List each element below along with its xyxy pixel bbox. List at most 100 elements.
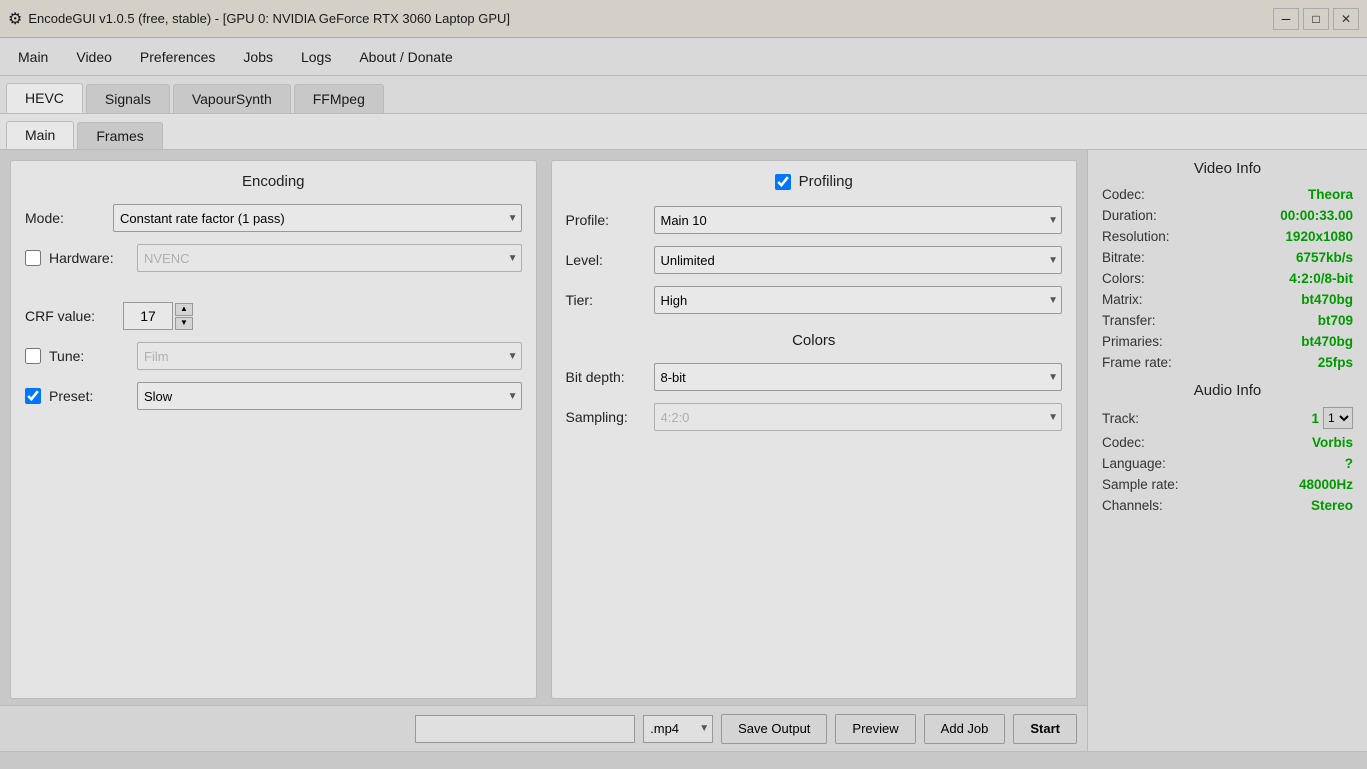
- mode-row: Mode: Constant rate factor (1 pass) 2 pa…: [25, 204, 522, 232]
- level-label: Level:: [566, 252, 646, 268]
- audio-track-select[interactable]: 1 2: [1323, 407, 1353, 429]
- crf-input-wrap: ▲ ▼: [123, 302, 193, 330]
- tab-vapoursynth[interactable]: VapourSynth: [173, 84, 291, 113]
- tier-select-wrapper: High Main ▼: [654, 286, 1063, 314]
- profile-select-wrapper: Main 10 Main High ▼: [654, 206, 1063, 234]
- preset-checkbox[interactable]: [25, 388, 41, 404]
- left-body: Encoding Mode: Constant rate factor (1 p…: [0, 150, 1087, 751]
- colors-title: Colors: [566, 332, 1063, 349]
- sampling-row: Sampling: 4:2:0 4:2:2 4:4:4 ▼: [566, 403, 1063, 431]
- window-title: EncodeGUI v1.0.5 (free, stable) - [GPU 0…: [28, 11, 510, 26]
- profile-label: Profile:: [566, 212, 646, 228]
- info-resolution-value: 1920x1080: [1285, 229, 1353, 244]
- profiling-title: Profiling: [799, 173, 853, 190]
- start-button[interactable]: Start: [1013, 714, 1077, 744]
- info-resolution-label: Resolution:: [1102, 229, 1170, 244]
- profiling-checkbox[interactable]: [775, 174, 791, 190]
- audio-channels-label: Channels:: [1102, 498, 1163, 513]
- info-row-colors: Colors: 4:2:0/8-bit: [1102, 271, 1353, 286]
- menu-item-preferences[interactable]: Preferences: [126, 43, 229, 71]
- menu-item-main[interactable]: Main: [4, 43, 62, 71]
- bit-depth-select[interactable]: 8-bit 10-bit: [654, 363, 1063, 391]
- tab-signals[interactable]: Signals: [86, 84, 170, 113]
- tab-frames[interactable]: Frames: [77, 122, 162, 149]
- menu-item-about-donate[interactable]: About / Donate: [345, 43, 466, 71]
- crf-label: CRF value:: [25, 308, 115, 324]
- preset-select-wrapper: Ultrafast Superfast Veryfast Faster Fast…: [137, 382, 522, 410]
- profile-select[interactable]: Main 10 Main High: [654, 206, 1063, 234]
- crf-up-button[interactable]: ▲: [175, 303, 193, 316]
- title-controls: ─ □ ✕: [1273, 8, 1359, 30]
- mode-select-wrapper: Constant rate factor (1 pass) 2 pass Bit…: [113, 204, 522, 232]
- tier-row: Tier: High Main ▼: [566, 286, 1063, 314]
- preview-button[interactable]: Preview: [835, 714, 915, 744]
- hardware-select-wrapper: NVENC AMF QSV ▼: [137, 244, 522, 272]
- tab-ffmpeg[interactable]: FFMpeg: [294, 84, 384, 113]
- audio-track-label: Track:: [1102, 411, 1139, 426]
- title-bar-left: ⚙ EncodeGUI v1.0.5 (free, stable) - [GPU…: [8, 9, 510, 29]
- save-output-button[interactable]: Save Output: [721, 714, 827, 744]
- menu-item-logs[interactable]: Logs: [287, 43, 345, 71]
- info-codec-label: Codec:: [1102, 187, 1145, 202]
- level-select[interactable]: Unlimited 3.0 3.1 4.0 4.1 5.0 5.1: [654, 246, 1063, 274]
- menu-item-jobs[interactable]: Jobs: [229, 43, 287, 71]
- menu-item-video[interactable]: Video: [62, 43, 126, 71]
- hardware-row: Hardware: NVENC AMF QSV ▼: [25, 244, 522, 272]
- hardware-label: Hardware:: [49, 250, 129, 266]
- panels-area: Encoding Mode: Constant rate factor (1 p…: [0, 150, 1087, 705]
- info-colors-value: 4:2:0/8-bit: [1289, 271, 1353, 286]
- preset-label: Preset:: [49, 388, 129, 404]
- preset-select[interactable]: Ultrafast Superfast Veryfast Faster Fast…: [137, 382, 522, 410]
- hardware-checkbox[interactable]: [25, 250, 41, 266]
- crf-input[interactable]: [123, 302, 173, 330]
- extension-select[interactable]: .mp4 .mkv .mov .avi: [643, 715, 713, 743]
- tune-select[interactable]: Film Animation Grain: [137, 342, 522, 370]
- info-duration-value: 00:00:33.00: [1280, 208, 1353, 223]
- audio-row-language: Language: ?: [1102, 456, 1353, 471]
- hardware-select[interactable]: NVENC AMF QSV: [137, 244, 522, 272]
- bit-depth-row: Bit depth: 8-bit 10-bit ▼: [566, 363, 1063, 391]
- info-row-duration: Duration: 00:00:33.00: [1102, 208, 1353, 223]
- level-row: Level: Unlimited 3.0 3.1 4.0 4.1 5.0 5.1: [566, 246, 1063, 274]
- profiling-panel: Profiling Profile: Main 10 Main High ▼: [551, 160, 1078, 699]
- info-primaries-value: bt470bg: [1301, 334, 1353, 349]
- maximize-button[interactable]: □: [1303, 8, 1329, 30]
- tune-checkbox[interactable]: [25, 348, 41, 364]
- tab-bar-1: HEVC Signals VapourSynth FFMpeg: [0, 76, 1367, 114]
- close-button[interactable]: ✕: [1333, 8, 1359, 30]
- info-panel: Video Info Codec: Theora Duration: 00:00…: [1087, 150, 1367, 751]
- tune-select-wrapper: Film Animation Grain ▼: [137, 342, 522, 370]
- tune-row: Tune: Film Animation Grain ▼: [25, 342, 522, 370]
- mode-select[interactable]: Constant rate factor (1 pass) 2 pass Bit…: [113, 204, 522, 232]
- status-bar: [0, 751, 1367, 769]
- add-job-button[interactable]: Add Job: [924, 714, 1006, 744]
- video-info-title: Video Info: [1102, 160, 1353, 177]
- preset-row: Preset: Ultrafast Superfast Veryfast Fas…: [25, 382, 522, 410]
- crf-down-button[interactable]: ▼: [175, 317, 193, 330]
- bit-depth-label: Bit depth:: [566, 369, 646, 385]
- audio-samplerate-value: 48000Hz: [1299, 477, 1353, 492]
- info-row-codec: Codec: Theora: [1102, 187, 1353, 202]
- menu-bar: Main Video Preferences Jobs Logs About /…: [0, 38, 1367, 76]
- tier-select[interactable]: High Main: [654, 286, 1063, 314]
- info-bitrate-label: Bitrate:: [1102, 250, 1145, 265]
- tab-hevc[interactable]: HEVC: [6, 83, 83, 113]
- info-duration-label: Duration:: [1102, 208, 1157, 223]
- info-row-framerate: Frame rate: 25fps: [1102, 355, 1353, 370]
- output-path-input[interactable]: [415, 715, 635, 743]
- bit-depth-select-wrapper: 8-bit 10-bit ▼: [654, 363, 1063, 391]
- app-icon: ⚙: [8, 9, 22, 29]
- audio-row-samplerate: Sample rate: 48000Hz: [1102, 477, 1353, 492]
- body-area: Encoding Mode: Constant rate factor (1 p…: [0, 150, 1367, 751]
- info-row-bitrate: Bitrate: 6757kb/s: [1102, 250, 1353, 265]
- info-codec-value: Theora: [1308, 187, 1353, 202]
- info-row-matrix: Matrix: bt470bg: [1102, 292, 1353, 307]
- info-framerate-label: Frame rate:: [1102, 355, 1172, 370]
- info-row-resolution: Resolution: 1920x1080: [1102, 229, 1353, 244]
- audio-language-label: Language:: [1102, 456, 1166, 471]
- tab-main[interactable]: Main: [6, 121, 74, 149]
- info-bitrate-value: 6757kb/s: [1296, 250, 1353, 265]
- sampling-select[interactable]: 4:2:0 4:2:2 4:4:4: [654, 403, 1063, 431]
- info-transfer-label: Transfer:: [1102, 313, 1156, 328]
- minimize-button[interactable]: ─: [1273, 8, 1299, 30]
